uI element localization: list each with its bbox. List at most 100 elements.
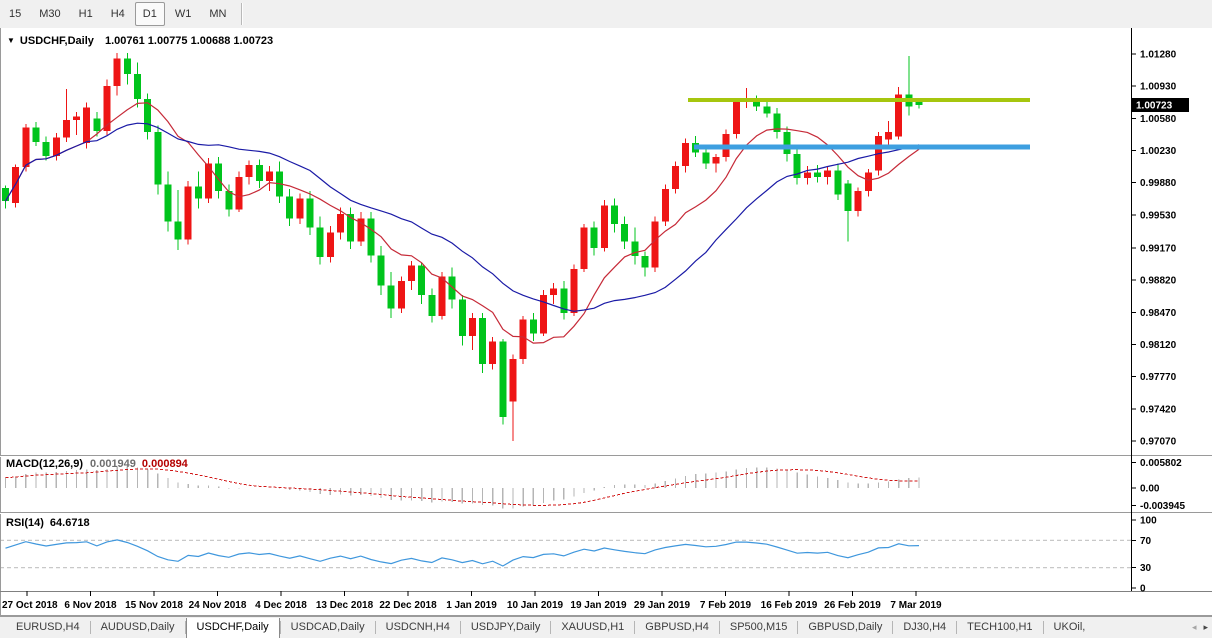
date-axis-label: 1 Jan 2019 bbox=[446, 600, 497, 611]
candle-body bbox=[510, 359, 517, 401]
candle-body bbox=[652, 221, 659, 267]
price-axis-label: 0.99530 bbox=[1140, 210, 1177, 221]
tab-xauusd-h1[interactable]: XAUUSD,H1 bbox=[551, 618, 634, 638]
candle-body bbox=[418, 265, 425, 294]
tab-usdcad-daily[interactable]: USDCAD,Daily bbox=[281, 618, 375, 638]
macd-axis-label: 0.005802 bbox=[1140, 458, 1182, 469]
tab-tech100-h1[interactable]: TECH100,H1 bbox=[957, 618, 1042, 638]
date-axis-label: 19 Jan 2019 bbox=[570, 600, 627, 611]
candle-body bbox=[702, 152, 709, 163]
date-axis-label: 4 Dec 2018 bbox=[255, 600, 307, 611]
candle-body bbox=[601, 206, 608, 248]
candle-body bbox=[266, 172, 273, 181]
date-axis-label: 29 Jan 2019 bbox=[634, 600, 691, 611]
date-axis-label: 16 Feb 2019 bbox=[761, 600, 818, 611]
candle-body bbox=[916, 102, 923, 105]
rsi-axis-label: 100 bbox=[1140, 516, 1157, 527]
candlestick-chart-canvas[interactable]: 1.012801.009301.005801.002300.998800.995… bbox=[0, 28, 1212, 616]
macd-axis-label: -0.003945 bbox=[1140, 501, 1185, 512]
price-axis-label: 0.99170 bbox=[1140, 243, 1177, 254]
tab-ukoil-[interactable]: UKOil, bbox=[1044, 618, 1096, 638]
candle-body bbox=[93, 118, 100, 131]
collapse-triangle-icon[interactable]: ▼ bbox=[7, 36, 15, 45]
price-axis-label: 0.98820 bbox=[1140, 276, 1177, 287]
candle-body bbox=[855, 191, 862, 211]
candle-body bbox=[682, 143, 689, 166]
tab-usdchf-daily[interactable]: USDCHF,Daily bbox=[186, 618, 280, 638]
date-axis-label: 22 Dec 2018 bbox=[379, 600, 437, 611]
chart-symbol-period: USDCHF,Daily bbox=[20, 35, 94, 47]
candle-body bbox=[449, 276, 456, 299]
tab-scroll-right-icon[interactable]: ▸ bbox=[1203, 622, 1208, 633]
price-axis-label: 0.99880 bbox=[1140, 178, 1177, 189]
price-axis-label: 1.00580 bbox=[1140, 114, 1177, 125]
tab-usdcnh-h4[interactable]: USDCNH,H4 bbox=[376, 618, 460, 638]
tab-dj30-h4[interactable]: DJ30,H4 bbox=[893, 618, 956, 638]
candle-body bbox=[32, 128, 39, 143]
macd-axis-label: 0.00 bbox=[1140, 484, 1160, 495]
timeframe-buttons: 15M30H1H4D1W1MN bbox=[0, 2, 235, 26]
candle-body bbox=[367, 219, 374, 256]
candle-body bbox=[63, 120, 70, 137]
tab-gbpusd-h4[interactable]: GBPUSD,H4 bbox=[635, 618, 719, 638]
tab-audusd-daily[interactable]: AUDUSD,Daily bbox=[91, 618, 185, 638]
rsi-axis-label: 70 bbox=[1140, 536, 1152, 547]
candle-body bbox=[459, 299, 466, 336]
candle-body bbox=[591, 228, 598, 248]
candle-body bbox=[22, 128, 29, 168]
date-axis-label: 13 Dec 2018 bbox=[316, 600, 374, 611]
timeframe-button-W1[interactable]: W1 bbox=[167, 2, 200, 26]
symbol-tabs: EURUSD,H4AUDUSD,DailyUSDCHF,DailyUSDCAD,… bbox=[0, 618, 1188, 638]
candle-body bbox=[256, 165, 263, 181]
date-axis-label: 27 Oct 2018 bbox=[2, 600, 58, 611]
toolbar-separator bbox=[241, 3, 243, 25]
candle-body bbox=[378, 255, 385, 285]
macd-signal-value: 0.000894 bbox=[142, 458, 188, 470]
timeframe-button-H1[interactable]: H1 bbox=[71, 2, 101, 26]
candle-body bbox=[641, 256, 648, 267]
candle-body bbox=[713, 157, 720, 163]
candle-body bbox=[73, 117, 80, 121]
price-axis-label: 0.98470 bbox=[1140, 308, 1177, 319]
current-price-label: 1.00723 bbox=[1136, 101, 1173, 112]
rsi-name: RSI(14) bbox=[6, 517, 44, 529]
chart-title: ▼USDCHF,Daily 1.00761 1.00775 1.00688 1.… bbox=[7, 35, 273, 47]
candle-body bbox=[479, 318, 486, 364]
candle-body bbox=[185, 186, 192, 239]
candle-body bbox=[2, 188, 9, 201]
candle-body bbox=[530, 320, 537, 334]
candle-body bbox=[550, 288, 557, 294]
candle-body bbox=[570, 269, 577, 313]
rsi-axis-label: 30 bbox=[1140, 563, 1152, 574]
candle-body bbox=[53, 138, 60, 156]
candle-body bbox=[317, 228, 324, 257]
candle-body bbox=[438, 276, 445, 316]
candle-body bbox=[205, 163, 212, 198]
tab-scroll-left-icon[interactable]: ◂ bbox=[1192, 622, 1197, 633]
candle-body bbox=[83, 107, 90, 143]
candle-body bbox=[814, 173, 821, 178]
tab-eurusd-h4[interactable]: EURUSD,H4 bbox=[6, 618, 90, 638]
timeframe-button-H4[interactable]: H4 bbox=[103, 2, 133, 26]
price-axis-label: 0.97070 bbox=[1140, 436, 1177, 447]
tab-usdjpy-daily[interactable]: USDJPY,Daily bbox=[461, 618, 551, 638]
candle-body bbox=[235, 177, 242, 209]
candle-body bbox=[388, 286, 395, 309]
timeframe-button-MN[interactable]: MN bbox=[201, 2, 234, 26]
candle-body bbox=[733, 101, 740, 134]
candle-body bbox=[43, 142, 50, 156]
macd-main-value: 0.001949 bbox=[90, 458, 136, 470]
tab-gbpusd-daily[interactable]: GBPUSD,Daily bbox=[798, 618, 892, 638]
timeframe-button-15[interactable]: 15 bbox=[1, 2, 29, 26]
chart-window[interactable]: 1.012801.009301.005801.002300.998800.995… bbox=[0, 28, 1212, 616]
timeframe-toolbar: 15M30H1H4D1W1MN bbox=[0, 0, 1212, 28]
tab-sp500-m15[interactable]: SP500,M15 bbox=[720, 618, 797, 638]
timeframe-button-M30[interactable]: M30 bbox=[31, 2, 68, 26]
candle-body bbox=[408, 265, 415, 281]
candle-body bbox=[865, 173, 872, 191]
timeframe-button-D1[interactable]: D1 bbox=[135, 2, 165, 26]
macd-name: MACD(12,26,9) bbox=[6, 458, 83, 470]
price-axis-label: 0.98120 bbox=[1140, 340, 1177, 351]
candle-body bbox=[824, 171, 831, 177]
date-axis-label: 6 Nov 2018 bbox=[64, 600, 117, 611]
